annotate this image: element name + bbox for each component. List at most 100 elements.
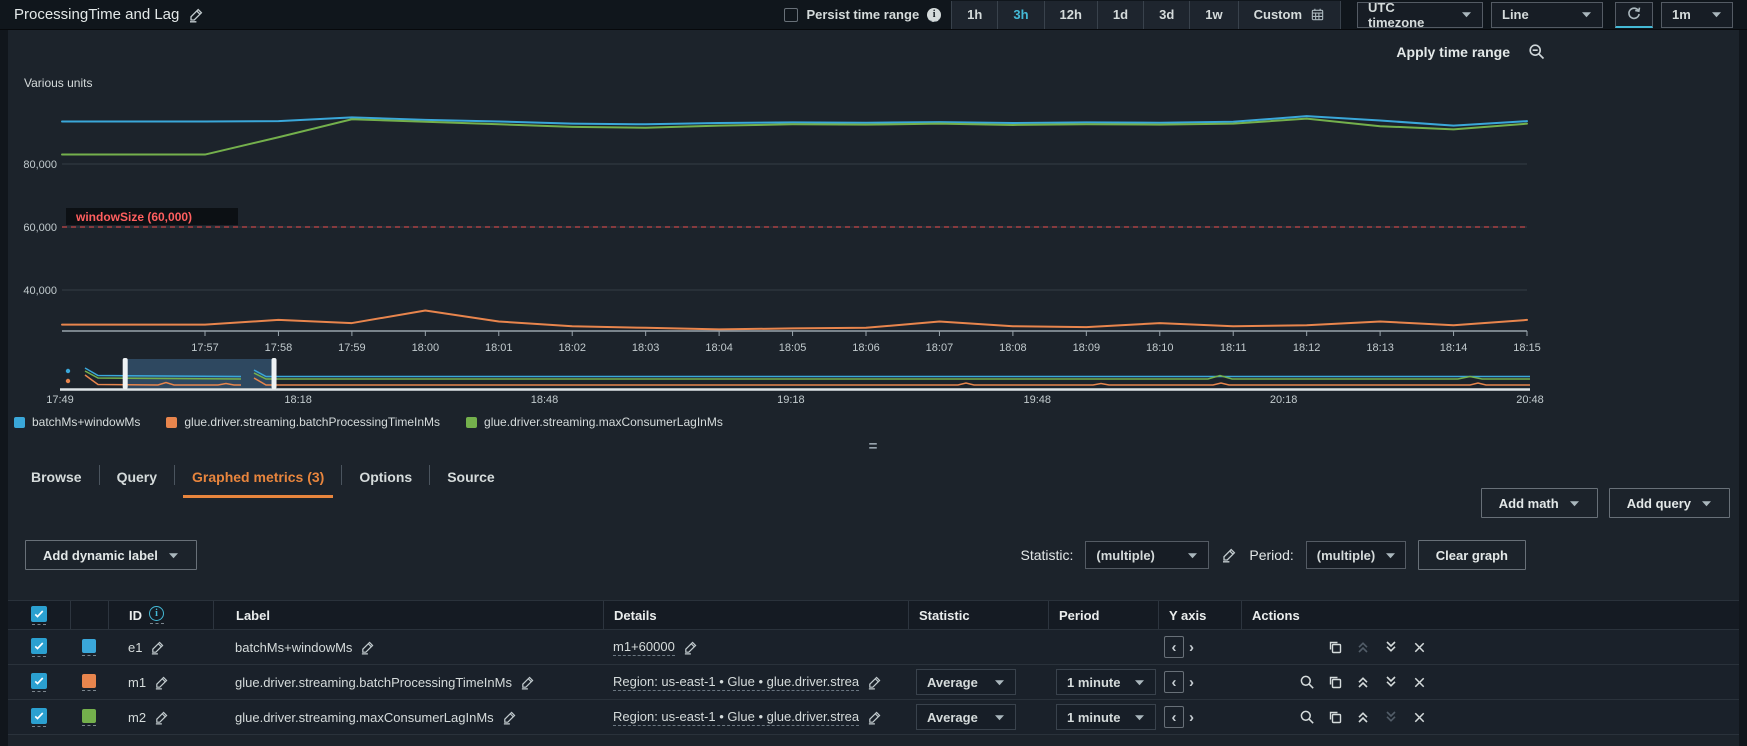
statistic-dropdown[interactable]: Average [916, 704, 1016, 730]
move-down-action-icon[interactable] [1377, 674, 1405, 690]
duplicate-action-icon[interactable] [1321, 639, 1349, 655]
chevron-down-icon [1581, 10, 1592, 19]
yaxis-right-button[interactable]: › [1189, 640, 1194, 655]
time-range-1w[interactable]: 1w [1190, 1, 1238, 29]
apply-time-range[interactable]: Apply time range [1396, 43, 1546, 61]
edit-details-icon[interactable] [867, 710, 882, 725]
statistic-dropdown[interactable]: Average [916, 669, 1016, 695]
refresh-interval-select[interactable]: 1m [1661, 2, 1733, 28]
x-tick-label: 18:07 [926, 342, 954, 354]
zoom-out-icon[interactable] [1528, 43, 1546, 61]
yaxis-cell: ‹› [1158, 636, 1241, 658]
main-chart[interactable]: 40,00060,00080,000windowSize (60,000) [8, 30, 1739, 342]
legend-item[interactable]: glue.driver.streaming.batchProcessingTim… [166, 415, 440, 429]
top-bar: ProcessingTime and Lag Persist time rang… [0, 0, 1747, 30]
timeline-tick-label: 18:48 [531, 394, 559, 406]
x-tick-label: 18:11 [1220, 342, 1247, 354]
edit-title-icon[interactable] [188, 7, 204, 23]
id-cell: m2 [108, 710, 213, 725]
id-info-icon[interactable]: i [149, 606, 164, 621]
time-range-1h[interactable]: 1h [951, 1, 998, 29]
remove-action-icon[interactable] [1405, 710, 1433, 725]
tab-query[interactable]: Query [100, 469, 174, 498]
remove-action-icon[interactable] [1405, 675, 1433, 690]
edit-id-icon[interactable] [150, 640, 165, 655]
select-all-checkbox[interactable] [31, 606, 47, 622]
edit-id-icon[interactable] [154, 675, 169, 690]
search-action-icon[interactable] [1293, 709, 1321, 725]
clear-graph-button[interactable]: Clear graph [1418, 540, 1526, 570]
time-range-label: 1d [1113, 7, 1128, 22]
yaxis-left-button[interactable]: ‹ [1164, 706, 1184, 728]
period-dropdown[interactable]: 1 minute [1056, 704, 1156, 730]
x-tick-label: 18:03 [632, 342, 660, 354]
edit-label-icon[interactable] [360, 640, 375, 655]
yaxis-right-button[interactable]: › [1189, 710, 1194, 725]
search-action-icon[interactable] [1293, 674, 1321, 690]
brush-handle-left[interactable] [123, 358, 128, 389]
tab-browse[interactable]: Browse [14, 469, 99, 498]
metric-id: e1 [128, 640, 142, 655]
add-math-button[interactable]: Add math [1481, 488, 1598, 518]
edit-details-icon[interactable] [867, 675, 882, 690]
edit-id-icon[interactable] [154, 710, 169, 725]
time-range-3h[interactable]: 3h [998, 1, 1044, 29]
remove-action-icon[interactable] [1405, 640, 1433, 655]
yaxis-left-button[interactable]: ‹ [1164, 671, 1184, 693]
add-dynamic-label-button[interactable]: Add dynamic label [25, 540, 197, 570]
details-cell: Region: us-east-1 • Glue • glue.driver.s… [603, 674, 908, 691]
row-checkbox[interactable] [31, 673, 47, 689]
metric-color-swatch[interactable] [82, 674, 96, 688]
legend-item[interactable]: glue.driver.streaming.maxConsumerLagInMs [466, 415, 723, 429]
move-up-action-icon[interactable] [1349, 709, 1377, 725]
timeline-overview[interactable] [8, 358, 1739, 392]
metric-color-swatch[interactable] [82, 709, 96, 723]
move-down-action-icon[interactable] [1377, 639, 1405, 655]
persist-checkbox[interactable] [784, 8, 798, 22]
time-range-12h[interactable]: 12h [1045, 1, 1098, 29]
timeline-tick-label: 19:48 [1023, 394, 1051, 406]
time-range-1d[interactable]: 1d [1098, 1, 1144, 29]
table-body: e1batchMs+windowMsm1+60000‹›m1glue.drive… [8, 630, 1739, 735]
time-range-3d[interactable]: 3d [1144, 1, 1190, 29]
tab-options[interactable]: Options [342, 469, 429, 498]
x-axis-ticks: 17:5717:5817:5918:0018:0118:0218:0318:04… [8, 342, 1739, 358]
move-down-action-icon [1377, 709, 1405, 725]
period-dropdown[interactable]: 1 minute [1056, 669, 1156, 695]
tab-graphed-metrics[interactable]: Graphed metrics (3) [175, 469, 341, 498]
row-checkbox[interactable] [31, 638, 47, 654]
table-row: m2glue.driver.streaming.maxConsumerLagIn… [8, 700, 1739, 735]
timezone-select[interactable]: UTC timezone [1357, 2, 1483, 28]
row-checkbox[interactable] [31, 708, 47, 724]
metric-color-swatch[interactable] [82, 639, 96, 653]
duplicate-action-icon[interactable] [1321, 709, 1349, 725]
brush-handle-right[interactable] [272, 358, 277, 389]
table-header: ID i Label Details Statistic Period Y ax… [8, 600, 1739, 630]
actions-cell [1241, 674, 1739, 690]
info-icon[interactable]: i [927, 8, 941, 22]
time-range-label: 12h [1060, 7, 1082, 22]
duplicate-action-icon[interactable] [1321, 674, 1349, 690]
time-range-custom[interactable]: Custom [1239, 1, 1341, 29]
row-select-cell [8, 708, 70, 727]
time-range-label: Custom [1254, 7, 1302, 22]
add-query-button[interactable]: Add query [1609, 488, 1730, 518]
tab-source[interactable]: Source [430, 469, 511, 498]
edit-label-icon[interactable] [520, 675, 535, 690]
edit-details-icon[interactable] [683, 640, 698, 655]
timeline-tick-label: 20:48 [1516, 394, 1544, 406]
legend-item[interactable]: batchMs+windowMs [14, 415, 140, 429]
id-cell: e1 [108, 640, 213, 655]
period-select[interactable]: (multiple) [1306, 541, 1406, 569]
edit-statistic-icon[interactable] [1221, 547, 1237, 563]
chart-type-select[interactable]: Line [1491, 2, 1603, 28]
svg-text:80,000: 80,000 [23, 159, 57, 171]
edit-label-icon[interactable] [502, 710, 517, 725]
refresh-button[interactable] [1615, 2, 1653, 28]
yaxis-right-button[interactable]: › [1189, 675, 1194, 690]
statistic-select[interactable]: (multiple) [1085, 541, 1209, 569]
row-select-cell [8, 638, 70, 657]
yaxis-left-button[interactable]: ‹ [1164, 636, 1184, 658]
move-up-action-icon[interactable] [1349, 674, 1377, 690]
chevron-down-icon [168, 551, 179, 560]
